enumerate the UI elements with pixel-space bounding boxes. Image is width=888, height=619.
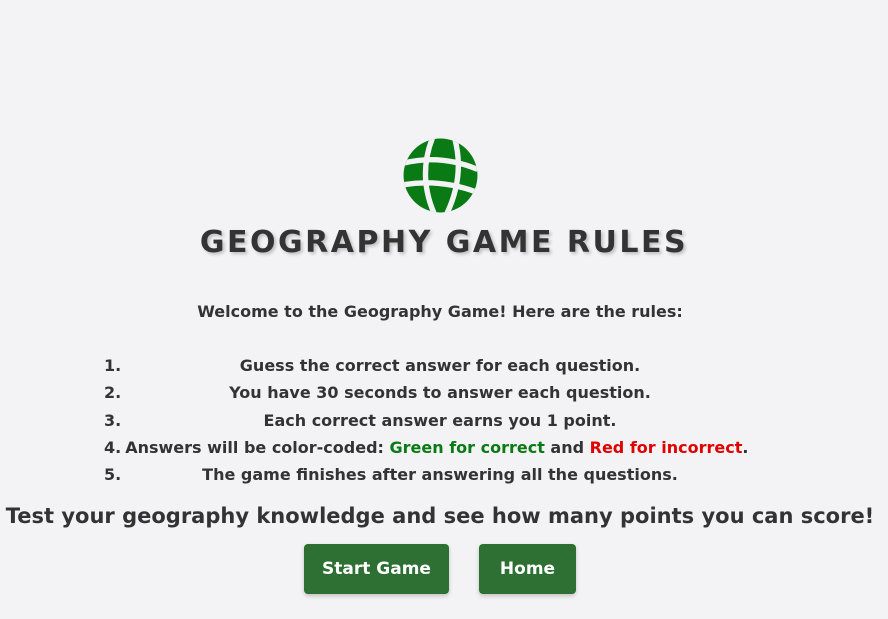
- rule-item: 5. The game finishes after answering all…: [104, 461, 776, 488]
- rule-text: Each correct answer earns you 1 point.: [263, 410, 617, 430]
- rule-number: 4.: [104, 438, 122, 458]
- rule-text: Answers will be color-coded: Green for c…: [125, 438, 748, 457]
- start-game-button[interactable]: Start Game: [304, 544, 449, 594]
- globe-icon: [403, 138, 478, 213]
- rule-text-middle: and: [544, 438, 590, 458]
- tagline: Test your geography knowledge and see ho…: [5, 504, 875, 528]
- rule-text-prefix: Answers will be color-coded:: [125, 438, 390, 458]
- rule-number: 5.: [104, 465, 122, 485]
- incorrect-color-label: Red for incorrect: [589, 438, 743, 458]
- rule-number: 1.: [104, 356, 122, 376]
- rule-item: 3. Each correct answer earns you 1 point…: [104, 407, 776, 434]
- rule-item: 2. You have 30 seconds to answer each qu…: [104, 379, 776, 406]
- page-title: GEOGRAPHY GAME RULES: [199, 225, 689, 260]
- rules-list: 1. Guess the correct answer for each que…: [104, 352, 776, 488]
- rule-item: 4. Answers will be color-coded: Green fo…: [104, 434, 776, 461]
- correct-color-label: Green for correct: [389, 438, 545, 458]
- rule-text: You have 30 seconds to answer each quest…: [229, 383, 651, 403]
- home-button[interactable]: Home: [479, 544, 576, 594]
- rule-text-suffix: .: [742, 438, 749, 458]
- rule-item: 1. Guess the correct answer for each que…: [104, 352, 776, 379]
- rule-number: 3.: [104, 410, 122, 430]
- welcome-text: Welcome to the Geography Game! Here are …: [197, 302, 683, 321]
- rule-number: 2.: [104, 383, 122, 403]
- rule-text: Guess the correct answer for each questi…: [239, 356, 641, 376]
- rule-text: The game finishes after answering all th…: [202, 465, 678, 485]
